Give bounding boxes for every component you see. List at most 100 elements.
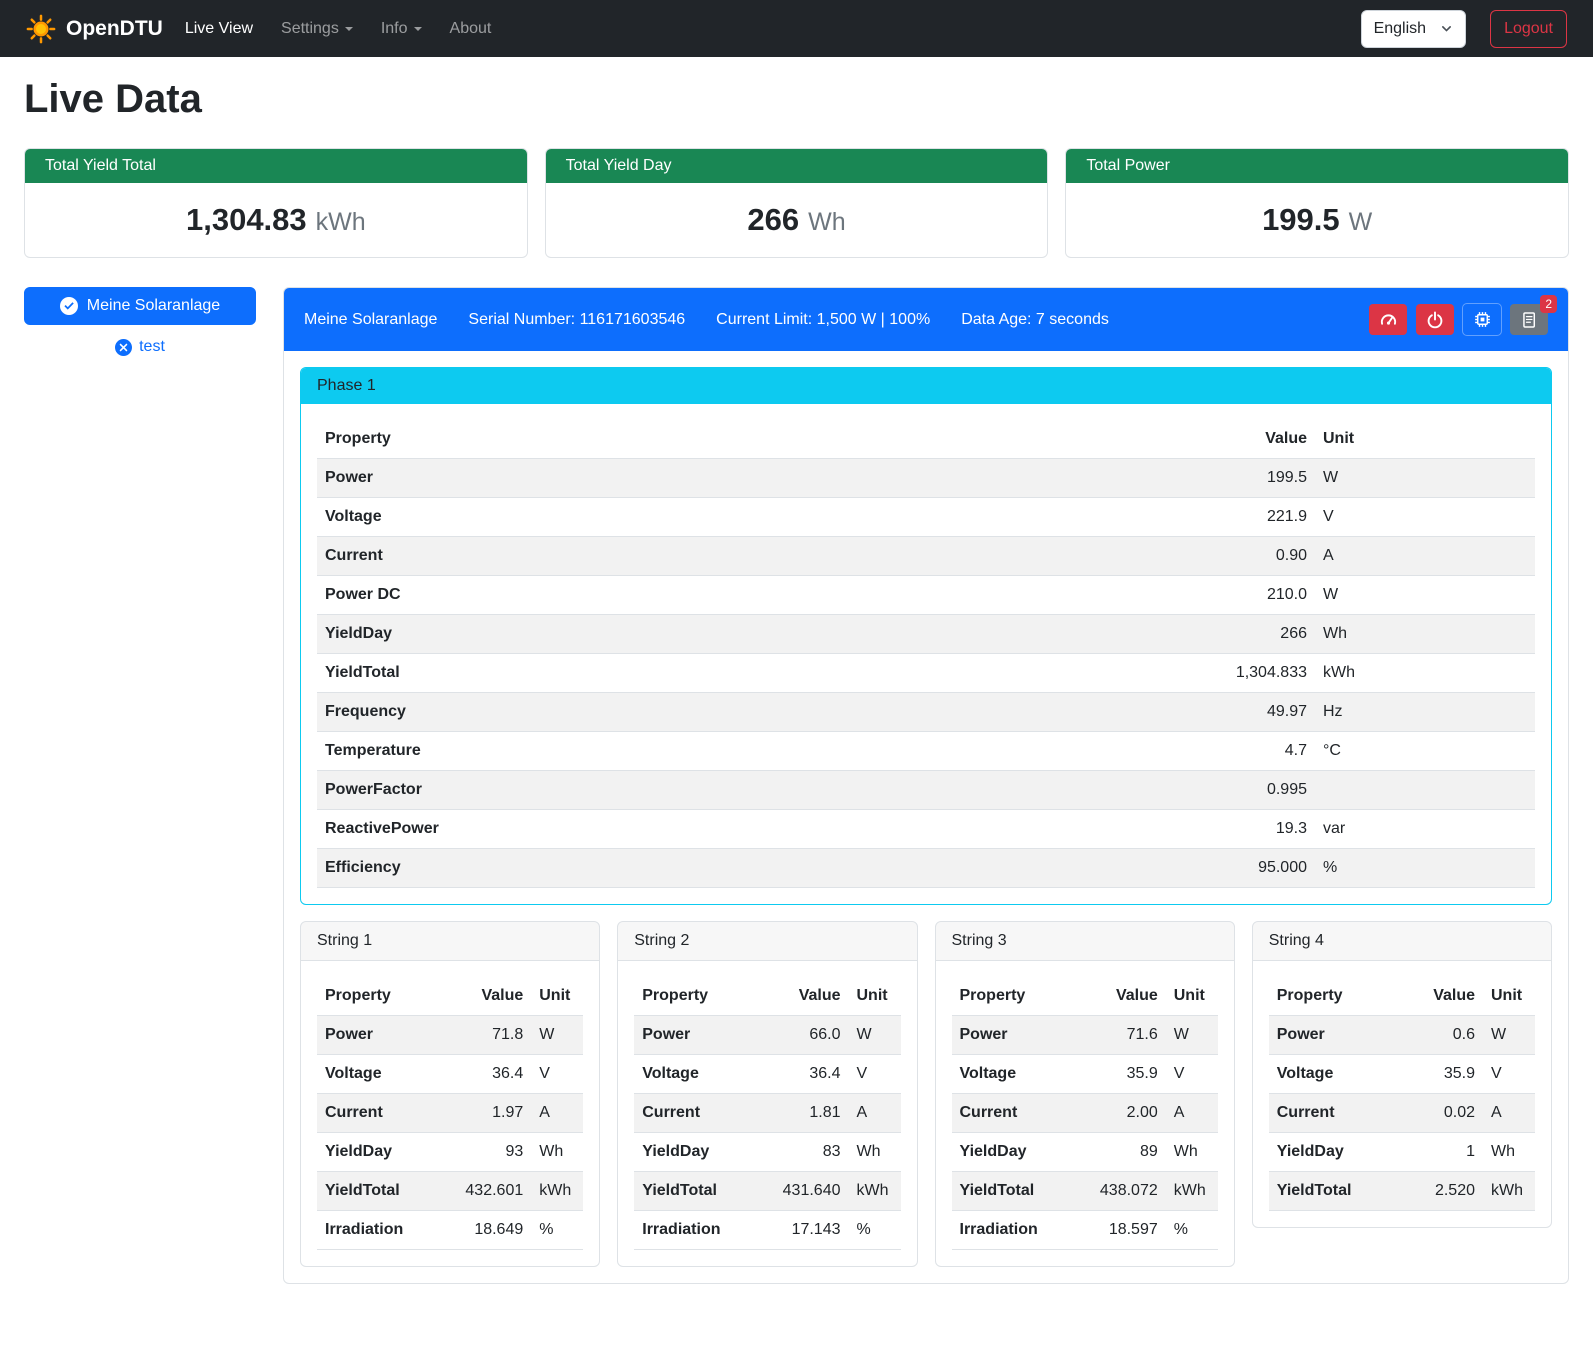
value-cell: 18.597 xyxy=(1080,1211,1166,1250)
check-circle-icon xyxy=(60,297,78,315)
property-cell: Power DC xyxy=(317,576,1185,615)
card-body: 1,304.83kWh xyxy=(25,183,527,257)
table-row: Voltage35.9V xyxy=(952,1055,1218,1094)
table-row: Current2.00A xyxy=(952,1094,1218,1133)
brand[interactable]: OpenDTU xyxy=(26,14,163,44)
value-cell: 19.3 xyxy=(1185,810,1315,849)
table-row: Power71.6W xyxy=(952,1016,1218,1055)
nav-about[interactable]: About xyxy=(436,12,506,46)
sun-logo-icon xyxy=(26,14,56,44)
string-card-3: String 3 Property Value Unit xyxy=(935,921,1235,1267)
nav-info[interactable]: Info xyxy=(367,12,436,46)
property-cell: YieldDay xyxy=(317,615,1185,654)
inverter-select-test[interactable]: test xyxy=(24,338,256,356)
property-cell: Power xyxy=(317,459,1185,498)
summary-cards: Total Yield Total 1,304.83kWh Total Yiel… xyxy=(24,148,1569,258)
phase-table-body: Power199.5WVoltage221.9VCurrent0.90APowe… xyxy=(317,459,1535,888)
unit-cell: Wh xyxy=(1166,1133,1218,1172)
nav-live-view[interactable]: Live View xyxy=(171,12,267,46)
string-card-body: Property Value Unit Power66.0WVoltage36.… xyxy=(618,961,916,1266)
unit-cell: kWh xyxy=(1483,1172,1535,1211)
phase-panel: Phase 1 Property Value Unit Power199.5WV… xyxy=(300,367,1552,905)
property-cell: Current xyxy=(634,1094,762,1133)
inverter-sidebar: Meine Solaranlage test xyxy=(24,287,256,356)
property-cell: YieldDay xyxy=(952,1133,1080,1172)
property-cell: YieldTotal xyxy=(1269,1172,1397,1211)
value-cell: 71.8 xyxy=(445,1016,531,1055)
nav-settings[interactable]: Settings xyxy=(267,12,367,46)
table-row: Power66.0W xyxy=(634,1016,900,1055)
table-row: Irradiation18.597% xyxy=(952,1211,1218,1250)
table-row: YieldTotal438.072kWh xyxy=(952,1172,1218,1211)
card-value: 266 xyxy=(747,202,799,237)
device-info-button[interactable] xyxy=(1463,304,1501,335)
card-title: Total Power xyxy=(1066,149,1568,183)
col-property: Property xyxy=(317,420,1185,459)
value-cell: 35.9 xyxy=(1397,1055,1483,1094)
value-cell: 71.6 xyxy=(1080,1016,1166,1055)
value-cell: 2.520 xyxy=(1397,1172,1483,1211)
table-row: Current1.81A xyxy=(634,1094,900,1133)
top-navbar: OpenDTU Live View Settings Info About En… xyxy=(0,0,1593,57)
event-log-button[interactable]: 2 xyxy=(1510,304,1548,335)
property-cell: Irradiation xyxy=(634,1211,762,1250)
unit-cell: Wh xyxy=(1315,615,1535,654)
col-unit: Unit xyxy=(1483,977,1535,1016)
property-cell: YieldTotal xyxy=(634,1172,762,1211)
value-cell: 1.81 xyxy=(763,1094,849,1133)
inverter-select-meine-solaranlage[interactable]: Meine Solaranlage xyxy=(24,287,256,325)
property-cell: Voltage xyxy=(952,1055,1080,1094)
language-value: English xyxy=(1374,20,1426,38)
property-cell: Power xyxy=(634,1016,762,1055)
table-row: Efficiency95.000% xyxy=(317,849,1535,888)
unit-cell: var xyxy=(1315,810,1535,849)
table-row: YieldDay1Wh xyxy=(1269,1133,1535,1172)
string-table: Property Value Unit Power66.0WVoltage36.… xyxy=(634,977,900,1250)
value-cell: 36.4 xyxy=(445,1055,531,1094)
inverter-card: Meine Solaranlage Serial Number: 1161716… xyxy=(283,287,1569,1284)
card-unit: W xyxy=(1349,208,1373,236)
value-cell: 0.02 xyxy=(1397,1094,1483,1133)
card-body: 266 Wh xyxy=(546,183,1048,257)
inverter-option-label: Meine Solaranlage xyxy=(87,297,220,315)
power-button[interactable] xyxy=(1416,304,1454,335)
logout-button[interactable]: Logout xyxy=(1490,10,1567,48)
language-select[interactable]: English xyxy=(1361,10,1466,48)
string-card-body: Property Value Unit Power0.6WVoltage35.9… xyxy=(1253,961,1551,1227)
string-card-2: String 2 Property Value Unit xyxy=(617,921,917,1267)
string-card-body: Property Value Unit Power71.6WVoltage35.… xyxy=(936,961,1234,1266)
x-circle-icon xyxy=(115,339,132,356)
value-cell: 4.7 xyxy=(1185,732,1315,771)
table-row: YieldDay89Wh xyxy=(952,1133,1218,1172)
property-cell: YieldDay xyxy=(1269,1133,1397,1172)
value-cell: 89 xyxy=(1080,1133,1166,1172)
value-cell: 0.90 xyxy=(1185,537,1315,576)
total-power-card: Total Power 199.5W xyxy=(1065,148,1569,258)
card-title: Total Yield Day xyxy=(546,149,1048,183)
table-header-row: Property Value Unit xyxy=(317,977,583,1016)
unit-cell: Wh xyxy=(531,1133,583,1172)
card-unit: Wh xyxy=(808,208,846,236)
unit-cell: V xyxy=(849,1055,901,1094)
total-yield-total-card: Total Yield Total 1,304.83kWh xyxy=(24,148,528,258)
property-cell: Power xyxy=(317,1016,445,1055)
value-cell: 432.601 xyxy=(445,1172,531,1211)
unit-cell: kWh xyxy=(1166,1172,1218,1211)
unit-cell: °C xyxy=(1315,732,1535,771)
journal-icon xyxy=(1520,311,1538,329)
col-value: Value xyxy=(1080,977,1166,1016)
strings-grid: String 1 Property Value Unit xyxy=(300,921,1552,1267)
unit-cell: W xyxy=(531,1016,583,1055)
table-row: Voltage36.4V xyxy=(317,1055,583,1094)
events-badge: 2 xyxy=(1540,295,1557,313)
property-cell: YieldTotal xyxy=(952,1172,1080,1211)
property-cell: Voltage xyxy=(1269,1055,1397,1094)
property-cell: YieldTotal xyxy=(317,654,1185,693)
unit-cell: Wh xyxy=(849,1133,901,1172)
limit-settings-button[interactable] xyxy=(1369,304,1407,335)
table-row: Temperature4.7°C xyxy=(317,732,1535,771)
property-cell: Current xyxy=(317,537,1185,576)
col-property: Property xyxy=(1269,977,1397,1016)
table-row: Current0.02A xyxy=(1269,1094,1535,1133)
brand-name: OpenDTU xyxy=(66,17,163,41)
